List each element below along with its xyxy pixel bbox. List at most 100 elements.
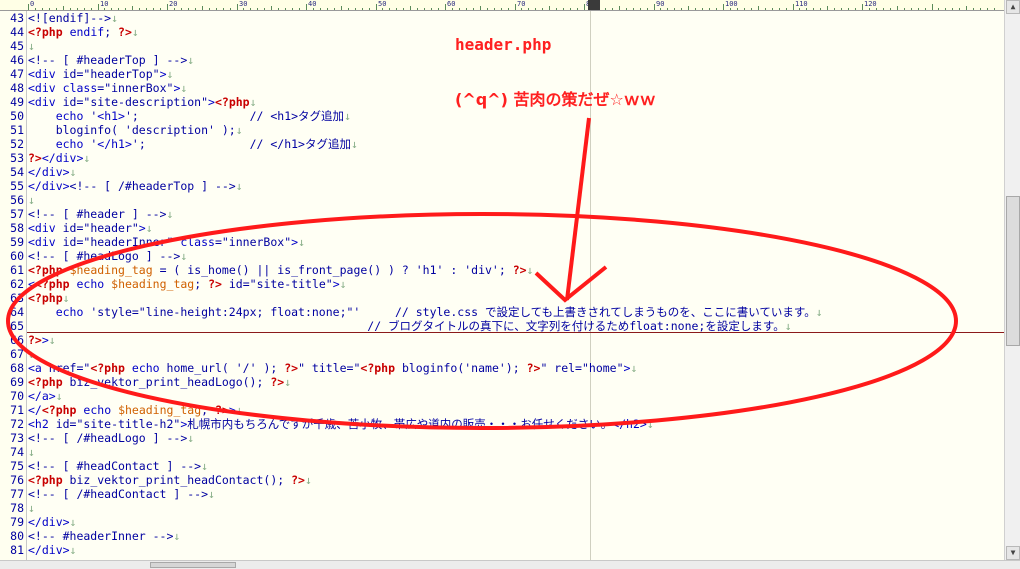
ruler-tick	[528, 8, 529, 10]
code-text: <a href="<?php echo home_url( '/' ); ?>"…	[28, 361, 631, 375]
code-line[interactable]: 78 ↓	[0, 501, 35, 515]
code-line[interactable]: 75 <!-- [ #headContact ] -->↓	[0, 459, 208, 473]
code-line[interactable]: 44 <?php endif; ?>↓	[0, 25, 139, 39]
line-end-icon: ↓	[298, 235, 305, 249]
ruler-tick	[104, 8, 105, 10]
code-line[interactable]: 67 ↓	[0, 347, 35, 361]
code-line[interactable]: 54 </div>↓	[0, 165, 76, 179]
ruler-tick	[396, 8, 397, 10]
vertical-scrollbar[interactable]: ▲ ▼	[1004, 0, 1020, 560]
code-line[interactable]: 46 <!-- [ #headerTop ] -->↓	[0, 53, 194, 67]
line-number: 72	[10, 417, 24, 431]
ruler-tick	[556, 8, 557, 10]
code-line[interactable]: 56 ↓	[0, 193, 35, 207]
code-line[interactable]: 69 <?php biz_vektor_print_headLogo(); ?>↓	[0, 375, 291, 389]
ruler-tick	[633, 8, 634, 10]
code-line[interactable]: 58 <div id="header">↓	[0, 221, 153, 235]
code-text: <!-- [ #headContact ] -->	[28, 459, 202, 473]
code-line[interactable]: 80 <!-- #headerInner -->↓	[0, 529, 180, 543]
code-line[interactable]: 45 ↓	[0, 39, 35, 53]
scroll-down-icon[interactable]: ▼	[1006, 546, 1020, 560]
code-line[interactable]: 55 </div><!-- [ /#headerTop ] -->↓	[0, 179, 243, 193]
code-line[interactable]: 68 <a href="<?php echo home_url( '/' ); ?…	[0, 361, 637, 375]
ruler-tick	[959, 8, 960, 10]
ruler-tick	[452, 8, 453, 10]
line-end-icon: ↓	[235, 179, 243, 193]
code-line[interactable]: 64 echo 'style="line-height:24px; float:…	[0, 305, 823, 319]
code-line[interactable]: 66 ?>>↓	[0, 333, 56, 347]
ruler-tick	[494, 8, 495, 10]
code-line[interactable]: 77 <!-- [ /#headContact ] -->↓	[0, 487, 215, 501]
code-line[interactable]: 63 <?php↓	[0, 291, 69, 305]
vertical-scroll-thumb[interactable]	[1006, 196, 1020, 346]
code-text: <?php	[28, 291, 63, 305]
code-line[interactable]: 52 echo '</h1>'; // </h1>タグ追加↓	[0, 137, 358, 151]
code-text: <!-- #headerInner -->	[28, 529, 174, 543]
line-end-icon: ↓	[284, 375, 292, 389]
code-line[interactable]: 74 ↓	[0, 445, 35, 459]
ruler-tick	[320, 8, 321, 10]
ruler-tick	[786, 8, 787, 10]
ruler-tick	[820, 8, 821, 10]
ruler-tick	[841, 8, 842, 10]
line-number: 65	[10, 319, 24, 333]
line-number: 68	[10, 361, 24, 375]
code-text: bloginfo( 'description' );	[28, 123, 236, 137]
code-line[interactable]: 47 <div id="headerTop">↓	[0, 67, 173, 81]
ruler-tick	[250, 8, 251, 10]
code-line[interactable]: 50 echo '<h1>'; // <h1>タグ追加↓	[0, 109, 351, 123]
ruler-tick	[153, 8, 154, 10]
ruler-tick	[438, 8, 439, 10]
ruler-tick	[751, 8, 752, 10]
ruler-tick	[431, 8, 432, 10]
code-line[interactable]: 53 ?></div>↓	[0, 151, 90, 165]
code-text: ?>>	[28, 333, 49, 347]
ruler-tick	[417, 8, 418, 10]
ruler-number: 0	[30, 0, 35, 8]
horizontal-scroll-thumb[interactable]	[150, 562, 236, 568]
line-end-icon: ↓	[166, 67, 174, 81]
code-line[interactable]: 43 <![endif]-->↓	[0, 11, 118, 25]
line-number: 44	[10, 25, 24, 39]
ruler-tick	[181, 8, 182, 10]
code-line[interactable]: 62 <<?php echo $heading_tag; ?> id="site-…	[0, 277, 346, 291]
ruler-tick	[973, 8, 974, 10]
scroll-up-icon[interactable]: ▲	[1006, 0, 1020, 14]
code-text: <<?php echo $heading_tag; ?> id="site-ti…	[28, 277, 340, 291]
code-line[interactable]: 70 </a>↓	[0, 389, 63, 403]
code-line[interactable]: 65 // ブログタイトルの真下に、文字列を付けるためfloat:none;を設…	[0, 319, 792, 333]
code-text: <!-- [ #headerTop ] -->	[28, 53, 188, 67]
code-line[interactable]: 61 <?php $heading_tag = ( is_home() || is…	[0, 263, 533, 277]
line-number: 69	[10, 375, 24, 389]
ruler-tick	[876, 8, 877, 10]
ruler-tick	[980, 8, 981, 10]
ruler-number: 40	[308, 0, 317, 8]
code-line[interactable]: 73 <!-- [ /#headLogo ] -->↓	[0, 431, 194, 445]
ruler-tick	[813, 8, 814, 10]
code-line[interactable]: 48 <div class="innerBox">↓	[0, 81, 187, 95]
ruler-tick	[834, 8, 835, 10]
code-line[interactable]: 49 <div id="site-description"><?php↓	[0, 95, 256, 109]
ruler-tick	[952, 8, 953, 10]
code-line[interactable]: 51 bloginfo( 'description' );↓	[0, 123, 243, 137]
code-line[interactable]: 76 <?php biz_vektor_print_headContact(); …	[0, 473, 312, 487]
ruler-number: 50	[378, 0, 387, 8]
ruler-number: 70	[517, 0, 526, 8]
ruler-number: 20	[169, 0, 178, 8]
code-line[interactable]: 81 </div>↓	[0, 543, 76, 557]
line-number: 57	[10, 207, 24, 221]
code-line[interactable]: 72 <h2 id="site-title-h2">札幌市内もちろんですが千歳、苫…	[0, 417, 654, 431]
ruler-tick	[890, 8, 891, 10]
ruler-tick	[376, 4, 377, 10]
ruler-tick	[348, 8, 349, 10]
line-end-icon: ↓	[350, 137, 358, 151]
code-line[interactable]: 79 </div>↓	[0, 515, 76, 529]
code-line[interactable]: 71 </<?php echo $heading_tag; ?>>↓	[0, 403, 243, 417]
code-line[interactable]: 59 <div id="headerInner" class="innerBox"…	[0, 235, 305, 249]
ruler-tick	[793, 4, 794, 10]
code-text: <?php biz_vektor_print_headContact(); ?>	[28, 473, 305, 487]
code-line[interactable]: 57 <!-- [ #header ] -->↓	[0, 207, 173, 221]
ruler-tick	[758, 6, 759, 10]
ruler-tick	[681, 8, 682, 10]
code-line[interactable]: 60 <!-- [ #headLogo ] -->↓	[0, 249, 187, 263]
